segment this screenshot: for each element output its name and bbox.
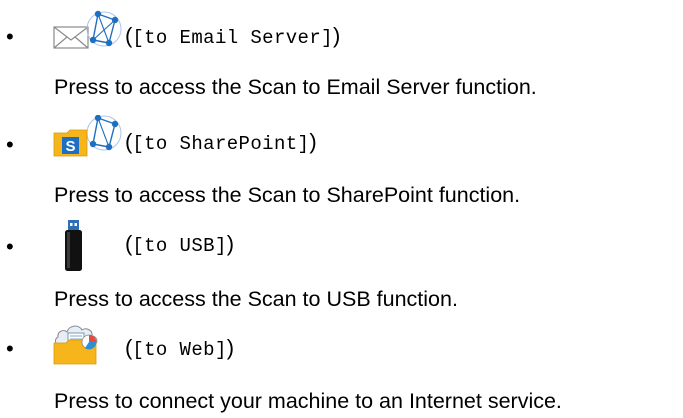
item-label: ([to Web])	[125, 335, 235, 362]
list-item-web: • ([to Web]) Press to connect your machi…	[0, 314, 683, 418]
label-text: [to Email Server]	[132, 27, 333, 49]
item-label: ([to SharePoint])	[125, 129, 317, 156]
item-description: Press to access the Scan to USB function…	[54, 287, 458, 311]
bullet: •	[6, 336, 14, 361]
list-item-email-server: • ([to Email Server]) Press to access th…	[0, 0, 683, 110]
list-item-usb: • ([to USB]) Press to access the Scan to…	[0, 214, 683, 314]
list-item-sharepoint: • S ([to SharePoint]) Press to access th…	[0, 110, 683, 214]
web-service-icon[interactable]	[53, 321, 105, 370]
svg-text:S: S	[65, 138, 75, 155]
label-text: [to Web]	[132, 339, 227, 361]
item-description: Press to connect your machine to an Inte…	[54, 389, 562, 413]
label-text: [to SharePoint]	[132, 133, 310, 155]
bullet: •	[6, 24, 14, 49]
label-text: [to USB]	[132, 235, 227, 257]
item-label: ([to Email Server])	[125, 23, 341, 50]
item-description: Press to access the Scan to SharePoint f…	[54, 183, 521, 207]
usb-drive-icon[interactable]	[64, 220, 84, 277]
bullet: •	[6, 132, 14, 157]
email-server-icon[interactable]	[53, 10, 123, 55]
bullet: •	[6, 234, 14, 259]
item-label: ([to USB])	[125, 231, 235, 258]
sharepoint-icon[interactable]: S	[53, 114, 123, 162]
item-description: Press to access the Scan to Email Server…	[54, 75, 537, 99]
